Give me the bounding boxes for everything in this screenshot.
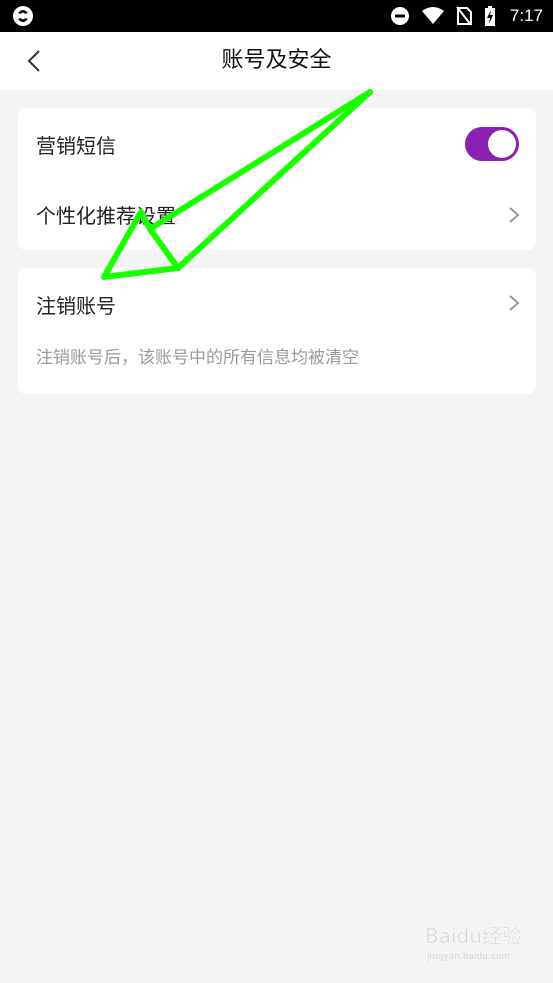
baidu-watermark: Baidu经验 jingyan.baidu.com	[425, 924, 522, 962]
marketing-sms-toggle[interactable]	[465, 127, 519, 161]
chevron-right-icon	[509, 207, 520, 223]
settings-card-account: 注销账号 注销账号后，该账号中的所有信息均被清空	[18, 268, 536, 394]
status-icons: 7:17	[390, 0, 543, 32]
header: 账号及安全	[0, 32, 553, 90]
wifi-icon	[421, 7, 444, 24]
marketing-sms-label: 营销短信	[36, 134, 116, 158]
no-sim-icon	[456, 6, 472, 26]
back-button[interactable]	[14, 44, 54, 78]
status-bar: 7:17	[0, 0, 553, 32]
marketing-sms-row: 营销短信	[18, 108, 536, 178]
chevron-left-icon	[27, 50, 40, 72]
page-title: 账号及安全	[221, 48, 332, 73]
do-not-disturb-icon	[390, 7, 409, 25]
svg-text:jingyan.baidu.com: jingyan.baidu.com	[426, 952, 510, 962]
svg-text:Baidu经验: Baidu经验	[425, 924, 522, 948]
battery-charging-icon	[484, 6, 495, 26]
chevron-right-icon	[509, 295, 520, 311]
toggle-knob	[488, 130, 516, 158]
cancel-account-label: 注销账号	[36, 294, 116, 318]
screen: 7:17 账号及安全 营销短信 个性化推荐设置 注销账号 注销账号后，该账号中的…	[0, 0, 553, 983]
cancel-account-row[interactable]: 注销账号	[18, 268, 536, 338]
cancel-account-description: 注销账号后，该账号中的所有信息均被清空	[36, 348, 359, 368]
settings-card-preferences: 营销短信 个性化推荐设置	[18, 108, 536, 250]
app-logo-icon	[13, 6, 33, 26]
status-time: 7:17	[509, 6, 543, 25]
personalized-recommendation-label: 个性化推荐设置	[36, 204, 176, 228]
personalized-recommendation-row[interactable]: 个性化推荐设置	[18, 180, 536, 250]
